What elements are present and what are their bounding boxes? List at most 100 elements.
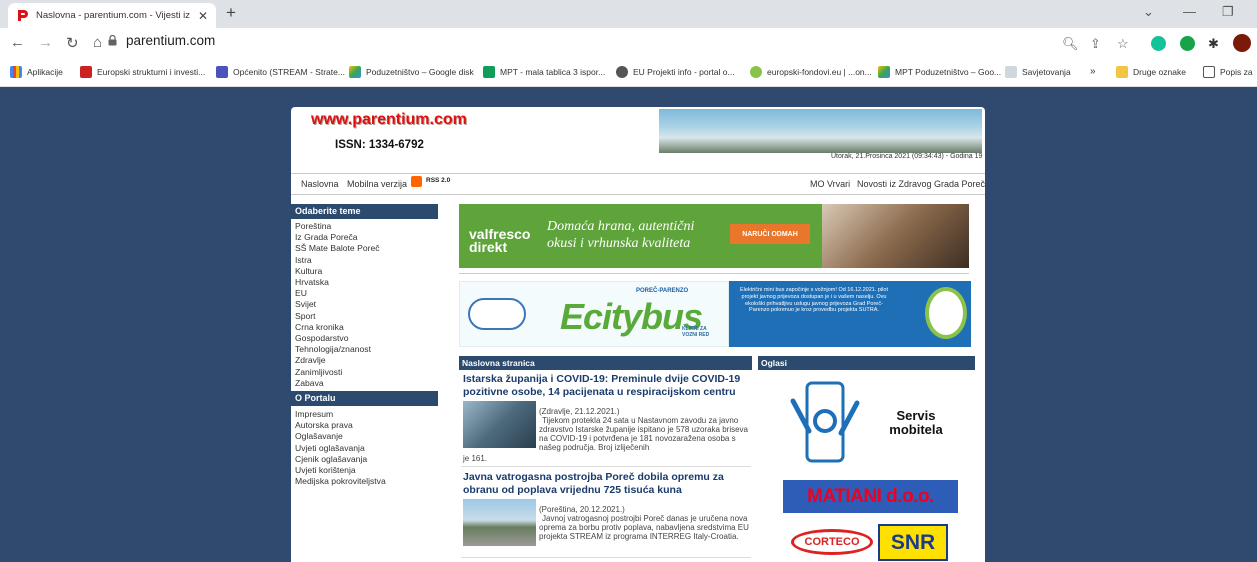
- sidebar-item-istra[interactable]: Istra: [295, 255, 380, 266]
- sidebar-item-kultura[interactable]: Kultura: [295, 266, 380, 277]
- topics-heading: Odaberite teme: [291, 204, 438, 219]
- sidebar-item-tehnologija[interactable]: Tehnologija/znanost: [295, 344, 380, 355]
- tab-bar: Naslovna - parentium.com - Vijesti iz Po…: [0, 0, 1257, 28]
- new-tab-icon[interactable]: +: [226, 4, 236, 22]
- article-excerpt: (Poreština, 20.12.2021.) Javnoj vatrogas…: [539, 505, 755, 541]
- sidebar-item-gospodarstvo[interactable]: Gospodarstvo: [295, 333, 380, 344]
- extension-icon[interactable]: [1180, 36, 1195, 51]
- nav-mobilna-verzija[interactable]: Mobilna verzija: [347, 179, 407, 189]
- bookmark-item[interactable]: MPT - mala tablica 3 ispor...: [483, 66, 605, 78]
- nav-naslovna[interactable]: Naslovna: [301, 179, 339, 189]
- bookmark-item[interactable]: Europski strukturni i investi...: [80, 66, 205, 78]
- sidebar-item-uvjeti-oglasavanja[interactable]: Uvjeti oglašavanja: [295, 443, 386, 454]
- more-bookmarks-button[interactable]: »: [1090, 66, 1096, 77]
- naruci-odmah-button[interactable]: NARUČI ODMAH: [730, 224, 810, 244]
- sidebar-item-sport[interactable]: Sport: [295, 311, 380, 322]
- nav-mo-vrvari[interactable]: MO Vrvari: [810, 179, 850, 189]
- folder-icon: [1116, 66, 1128, 78]
- profile-avatar[interactable]: [1233, 34, 1251, 52]
- article-title[interactable]: Istarska županija i COVID-19: Preminule …: [463, 373, 743, 399]
- rss-label[interactable]: RSS 2.0: [426, 177, 450, 184]
- site-logo[interactable]: www.parentium.com: [311, 111, 467, 129]
- browser-tab[interactable]: Naslovna - parentium.com - Vijesti iz Po…: [8, 3, 216, 28]
- tab-search-icon[interactable]: ⌄: [1143, 4, 1154, 20]
- sidebar-item-zabava[interactable]: Zabava: [295, 378, 380, 389]
- snr-logo[interactable]: SNR: [878, 524, 948, 561]
- phone-repair-icon[interactable]: [787, 381, 863, 463]
- grammarly-extension-icon[interactable]: [1151, 36, 1166, 51]
- bookmark-favicon-icon: [80, 66, 92, 78]
- back-icon[interactable]: ←: [10, 34, 25, 51]
- matiani-ad[interactable]: MATIANI d.o.o.: [783, 480, 958, 513]
- sidebar-item-zanimljivosti[interactable]: Zanimljivosti: [295, 367, 380, 378]
- close-tab-icon[interactable]: ✕: [198, 9, 208, 23]
- nav-zdravi-grad[interactable]: Novosti iz Zdravog Grada Poreč: [857, 179, 985, 189]
- sidebar-item-cjenik[interactable]: Cjenik oglašavanja: [295, 454, 386, 465]
- bookmark-item[interactable]: Općenito (STREAM - Strate...: [216, 66, 345, 78]
- divider: [461, 557, 751, 558]
- share-icon[interactable]: ⇪: [1090, 36, 1101, 52]
- sidebar-item-medijska[interactable]: Medijska pokroviteljstva: [295, 476, 386, 487]
- citybus-cta[interactable]: KLIKNI ZA VOZNI RED: [682, 326, 718, 338]
- article-thumbnail[interactable]: [463, 401, 536, 448]
- sidebar-item-oglasavanje[interactable]: Oglašavanje: [295, 431, 386, 442]
- oglasi-heading: Oglasi: [758, 356, 975, 370]
- sidebar-item-porestina[interactable]: Poreština: [295, 221, 380, 232]
- reading-list[interactable]: Popis za: [1203, 66, 1253, 78]
- header-banner-image: [659, 109, 982, 153]
- divider: [461, 466, 751, 467]
- sidebar-item-grad-poreca[interactable]: Iz Grada Poreča: [295, 232, 380, 243]
- sidebar-item-hrvatska[interactable]: Hrvatska: [295, 277, 380, 288]
- article-body: Tijekom protekla 24 sata u Nastavnom zav…: [539, 416, 748, 452]
- other-bookmarks-folder[interactable]: Druge oznake: [1116, 66, 1186, 78]
- article-excerpt: (Zdravlje, 21.12.2021.) Tijekom protekla…: [539, 407, 755, 452]
- lock-icon[interactable]: [108, 35, 117, 46]
- sidebar-item-zdravlje[interactable]: Zdravlje: [295, 355, 380, 366]
- google-drive-icon: [878, 66, 890, 78]
- portal-list: Impresum Autorska prava Oglašavanje Uvje…: [295, 409, 386, 487]
- porec-coat-of-arms-icon: [925, 287, 967, 339]
- article-meta: (Poreština, 20.12.2021.): [539, 505, 625, 514]
- sidebar-item-impresum[interactable]: Impresum: [295, 409, 386, 420]
- reading-list-icon: [1203, 66, 1215, 78]
- bookmark-item[interactable]: Savjetovanja: [1005, 66, 1071, 78]
- web-page: www.parentium.com ISSN: 1334-6792 Utorak…: [291, 107, 985, 562]
- document-icon: [1005, 66, 1017, 78]
- bookmark-apps[interactable]: Aplikacije: [10, 66, 63, 78]
- dateline: Utorak, 21.Prosinca 2021 (09:34:43) - Go…: [831, 153, 983, 160]
- forward-icon[interactable]: →: [38, 34, 53, 51]
- restore-icon[interactable]: ❐: [1222, 4, 1234, 20]
- sidebar-item-autorska-prava[interactable]: Autorska prava: [295, 420, 386, 431]
- sidebar-item-crna-kronika[interactable]: Crna kronika: [295, 322, 380, 333]
- portal-heading: O Portalu: [291, 391, 438, 406]
- sidebar-item-svijet[interactable]: Svijet: [295, 299, 380, 310]
- divider: [459, 273, 969, 274]
- section-heading: Naslovna stranica: [459, 356, 752, 370]
- sidebar-item-eu[interactable]: EU: [295, 288, 380, 299]
- sidebar-item-ss-mate-balote[interactable]: SŠ Mate Balote Poreč: [295, 243, 380, 254]
- home-icon[interactable]: ⌂: [93, 34, 102, 51]
- google-drive-icon: [349, 66, 361, 78]
- article-meta: (Zdravlje, 21.12.2021.): [539, 407, 620, 416]
- zoom-icon[interactable]: 🔍︎: [1062, 36, 1079, 52]
- corteco-logo[interactable]: CORTECO: [791, 529, 873, 555]
- article-thumbnail[interactable]: [463, 499, 536, 546]
- teams-icon: [216, 66, 228, 78]
- minimize-icon[interactable]: —: [1183, 4, 1196, 19]
- topics-list: Poreština Iz Grada Poreča SŠ Mate Balote…: [295, 221, 380, 389]
- citybus-ad[interactable]: POREČ-PARENZO Ecitybus KLIKNI ZA VOZNI R…: [459, 281, 971, 347]
- sidebar-item-uvjeti-koristenja[interactable]: Uvjeti korištenja: [295, 465, 386, 476]
- bookmark-item[interactable]: europski-fondovi.eu | ...on...: [750, 66, 872, 78]
- valfresco-ad[interactable]: valfresco direkt Domaća hrana, autentičn…: [459, 204, 969, 268]
- article-title[interactable]: Javna vatrogasna postrojba Poreč dobila …: [463, 471, 743, 497]
- rss-icon[interactable]: [411, 176, 422, 187]
- bookmark-item[interactable]: MPT Poduzetništvo – Goo...: [878, 66, 1001, 78]
- bookmark-star-icon[interactable]: ☆: [1117, 36, 1129, 52]
- servis-mobitela-label[interactable]: Servis mobitela: [871, 409, 961, 437]
- address-bar[interactable]: parentium.com: [126, 33, 215, 48]
- bookmark-item[interactable]: Poduzetništvo – Google disk: [349, 66, 474, 78]
- bookmark-item[interactable]: EU Projekti info - portal o...: [616, 66, 735, 78]
- reload-icon[interactable]: ↻: [66, 34, 79, 52]
- interreg-logo-icon: [468, 298, 526, 330]
- extensions-puzzle-icon[interactable]: ✱: [1208, 36, 1219, 52]
